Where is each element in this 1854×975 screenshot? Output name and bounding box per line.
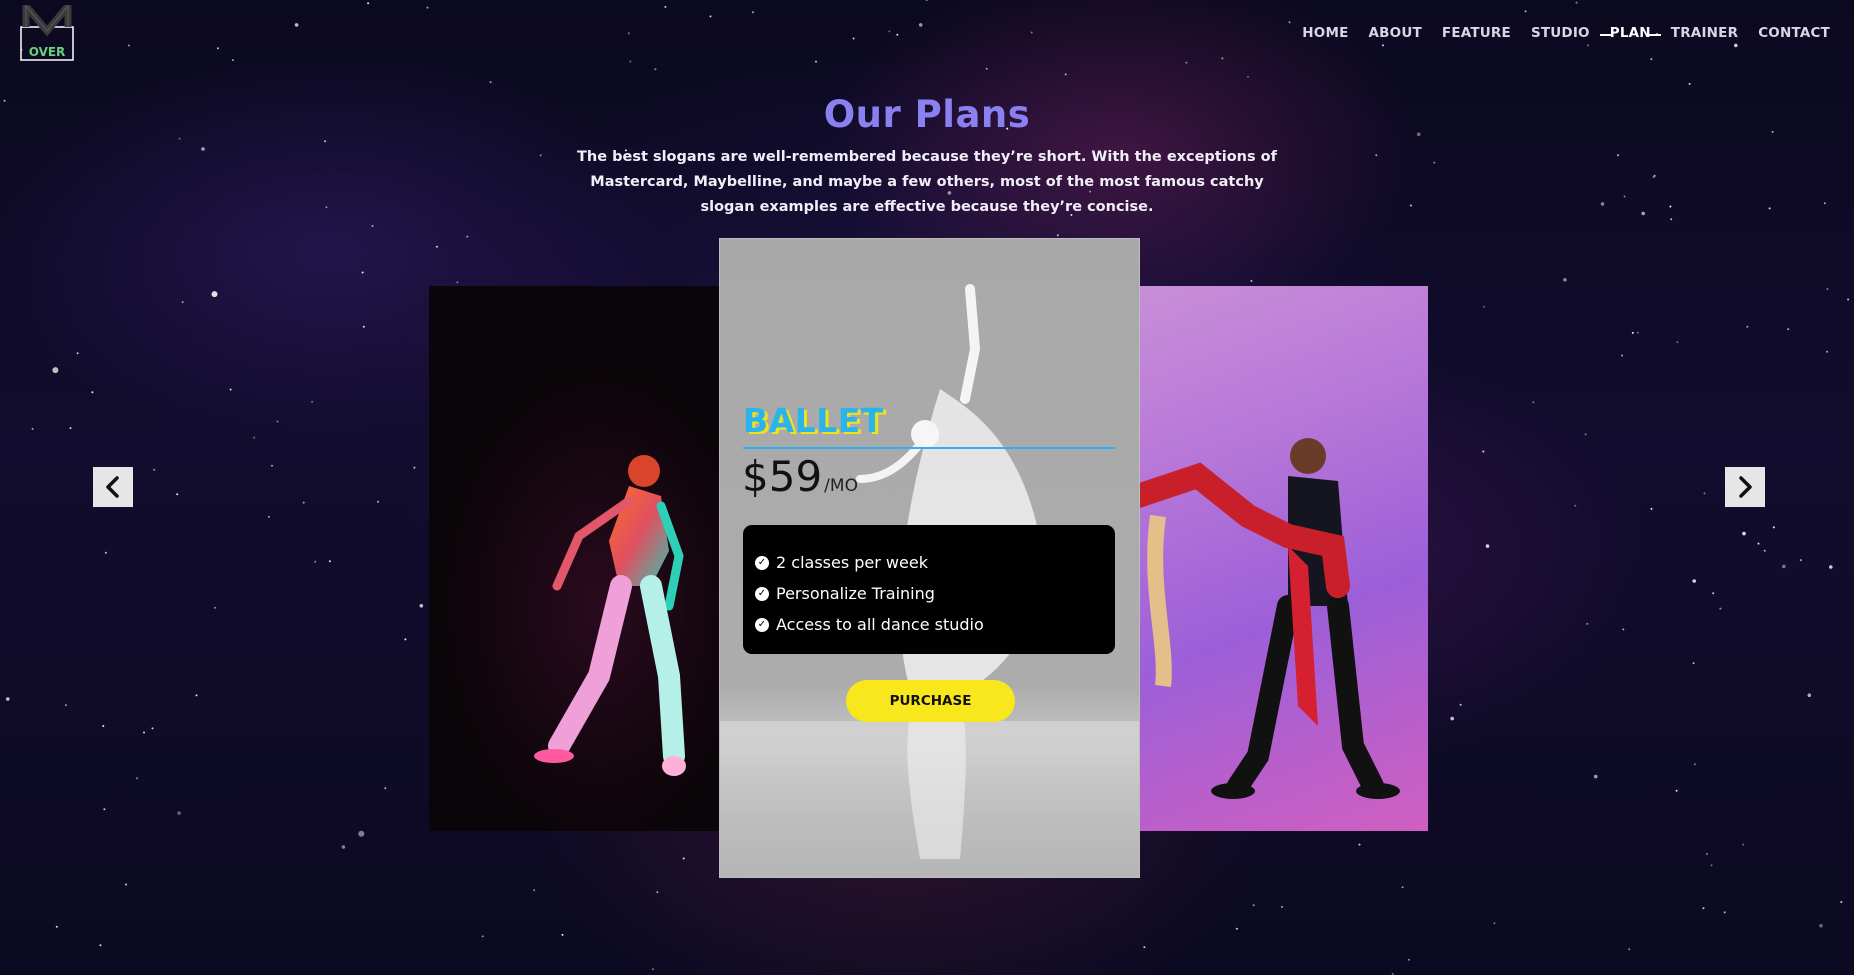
- plan-card-prev[interactable]: [429, 286, 719, 831]
- main-nav: HOME ABOUT FEATURE STUDIO PLAN TRAINER C…: [1302, 23, 1830, 43]
- plan-name: BALLET: [743, 401, 884, 440]
- dancer-image-left: [534, 455, 686, 776]
- purchase-button[interactable]: PURCHASE: [846, 680, 1015, 722]
- section-title: Our Plans: [823, 93, 1031, 136]
- feature-text: 2 classes per week: [776, 553, 928, 572]
- nav-about[interactable]: ABOUT: [1369, 25, 1422, 41]
- feature-text: Personalize Training: [776, 584, 935, 603]
- chevron-right-icon: [1739, 476, 1752, 498]
- nav-studio[interactable]: STUDIO: [1531, 25, 1590, 41]
- nav-plan[interactable]: PLAN: [1599, 25, 1661, 41]
- plan-price: $59 /MO: [742, 452, 858, 501]
- carousel-prev-button[interactable]: [93, 467, 133, 507]
- check-circle-icon: ✓: [755, 555, 769, 570]
- nav-feature[interactable]: FEATURE: [1442, 25, 1511, 41]
- section-description: The best slogans are well-remembered bec…: [577, 149, 1277, 215]
- feature-item: ✓ 2 classes per week: [755, 547, 1103, 578]
- carousel-next-button[interactable]: [1725, 467, 1765, 507]
- feature-item: ✓ Personalize Training: [755, 578, 1103, 609]
- feature-item: ✓ Access to all dance studio: [755, 609, 1103, 640]
- check-circle-icon: ✓: [755, 586, 769, 601]
- plan-divider: [743, 447, 1115, 449]
- logo-text: OVER: [29, 45, 66, 59]
- check-circle-icon: ✓: [755, 617, 769, 632]
- feature-list: ✓ 2 classes per week ✓ Personalize Train…: [743, 525, 1115, 654]
- chevron-left-icon: [106, 476, 119, 498]
- nav-home[interactable]: HOME: [1302, 25, 1348, 41]
- nav-contact[interactable]: CONTACT: [1758, 25, 1830, 41]
- price-unit: /MO: [824, 476, 858, 496]
- plan-card-active: BALLET $59 /MO ✓ 2 classes per week ✓ Pe…: [719, 238, 1140, 878]
- feature-text: Access to all dance studio: [776, 615, 984, 634]
- site-logo[interactable]: OVER: [20, 0, 74, 61]
- dancer-image-right: [1138, 438, 1400, 799]
- price-amount: $59: [742, 452, 823, 501]
- plan-card-next[interactable]: [1138, 286, 1428, 831]
- nav-trainer[interactable]: TRAINER: [1671, 25, 1738, 41]
